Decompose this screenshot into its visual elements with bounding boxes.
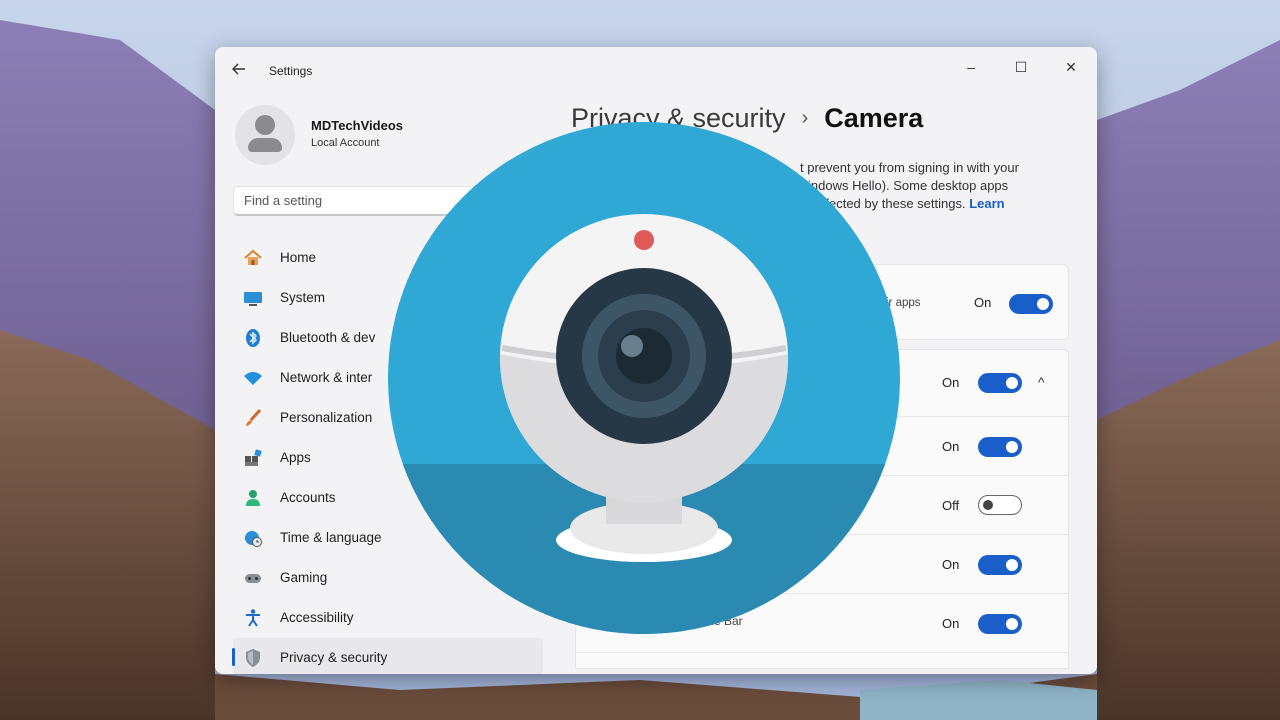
sidebar-item-label: System	[280, 290, 326, 305]
avatar-body	[248, 138, 282, 152]
avatar[interactable]	[235, 105, 295, 165]
app-row-toggle[interactable]	[978, 495, 1022, 515]
app-access-toggle[interactable]	[978, 373, 1022, 393]
toggle-knob	[1006, 377, 1018, 389]
app-access-state: On	[942, 375, 960, 390]
camera-access-state: On	[974, 295, 992, 310]
app-row-state: Off	[942, 498, 960, 513]
toggle-knob	[1006, 441, 1018, 453]
monitor-icon	[243, 288, 263, 308]
sidebar-item-label: Network & inter	[280, 370, 373, 385]
maximize-button[interactable]: ☐	[1001, 53, 1041, 81]
globe-clock-icon	[243, 528, 263, 548]
app-row-state: On	[942, 439, 960, 454]
minimize-button[interactable]: –	[951, 53, 991, 81]
sidebar-item-label: Accounts	[280, 490, 336, 505]
sidebar-item-label: Apps	[280, 450, 311, 465]
home-icon	[243, 248, 263, 268]
person-icon	[243, 488, 263, 508]
sidebar-item-label: Personalization	[280, 410, 373, 425]
webcam-logo-icon	[388, 122, 900, 634]
title-bar: Settings – ☐ ✕	[215, 47, 1097, 93]
learn-more-link[interactable]: Learn	[969, 196, 1004, 211]
sidebar-item-label: Bluetooth & dev	[280, 330, 376, 345]
sidebar-item-privacy-security[interactable]: Privacy & security	[232, 638, 543, 674]
sidebar-item-label: Home	[280, 250, 317, 265]
apps-icon	[243, 448, 263, 468]
app-row-toggle[interactable]	[978, 555, 1022, 575]
app-row-state: On	[942, 616, 960, 631]
wifi-icon	[243, 368, 263, 388]
bluetooth-icon	[243, 328, 263, 348]
app-row	[576, 652, 1070, 674]
toggle-knob	[1037, 298, 1049, 310]
app-row-state: On	[942, 557, 960, 572]
sidebar-item-label: Time & language	[280, 530, 382, 545]
app-title: Settings	[269, 64, 313, 78]
account-type: Local Account	[311, 137, 380, 149]
toggle-knob	[1006, 618, 1018, 630]
shield-icon	[243, 648, 263, 668]
gamepad-icon	[243, 568, 263, 588]
sidebar-item-label: Accessibility	[280, 610, 354, 625]
sidebar-item-label: Gaming	[280, 570, 328, 585]
chevron-up-icon[interactable]: ^	[1038, 374, 1045, 390]
paintbrush-icon	[243, 408, 263, 428]
app-row-toggle[interactable]	[978, 437, 1022, 457]
sidebar-item-label: Privacy & security	[280, 650, 388, 665]
toggle-knob	[1006, 559, 1018, 571]
accessibility-icon	[243, 608, 263, 628]
back-arrow-icon[interactable]	[231, 61, 251, 79]
avatar-head	[255, 115, 275, 135]
close-button[interactable]: ✕	[1051, 53, 1091, 81]
app-row-toggle[interactable]	[978, 614, 1022, 634]
camera-access-toggle[interactable]	[1009, 294, 1053, 314]
toggle-knob	[983, 500, 993, 510]
